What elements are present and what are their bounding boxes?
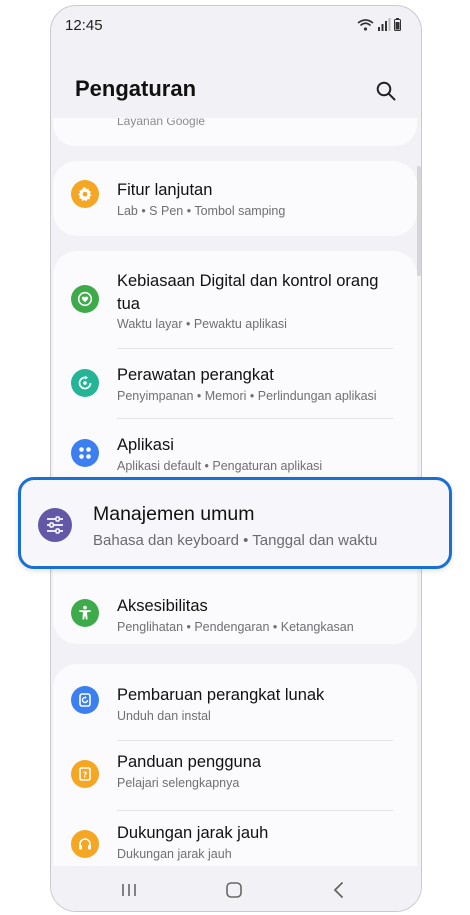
- wifi-icon: [357, 19, 374, 31]
- partial-item-subtitle: Layanan Google: [117, 118, 206, 128]
- recents-icon: [122, 884, 136, 896]
- item-subtitle: Aplikasi default • Pengaturan aplikasi: [117, 459, 323, 473]
- item-subtitle: Lab • S Pen • Tombol samping: [117, 204, 286, 218]
- scrollbar-thumb[interactable]: [417, 166, 421, 276]
- back-icon: [333, 882, 343, 898]
- item-title: Manajemen umum: [93, 503, 255, 525]
- item-title: Fitur lanjutan: [117, 181, 213, 199]
- settings-item-accessibility[interactable]: Aksesibilitas Penglihatan • Pendengaran …: [53, 577, 417, 644]
- signal-icon: [378, 18, 391, 31]
- puzzle-icon: [71, 180, 99, 208]
- recent-apps-button[interactable]: [117, 878, 141, 902]
- list-card-main: Kebiasaan Digital dan kontrol orang tua …: [53, 251, 417, 644]
- refresh-icon: [71, 369, 99, 397]
- status-time: 12:45: [65, 17, 103, 34]
- item-title: Pembaruan perangkat lunak: [117, 686, 325, 704]
- phone-frame: 12:45 Pengaturan Layanan Google Fitur la…: [50, 5, 422, 912]
- settings-item-device-care[interactable]: Perawatan perangkat Penyimpanan • Memori…: [53, 349, 417, 417]
- item-title: Panduan pengguna: [117, 753, 262, 771]
- item-title: Perawatan perangkat: [117, 366, 274, 384]
- guide-icon: ?: [71, 760, 99, 788]
- item-title: Aksesibilitas: [117, 597, 208, 615]
- item-subtitle: Pelajari selengkapnya: [117, 776, 240, 790]
- settings-item-user-guide[interactable]: ? Panduan pengguna Pelajari selengkapnya: [53, 741, 417, 805]
- apps-icon: [71, 439, 99, 467]
- search-icon: [376, 81, 396, 101]
- heart-icon: [71, 285, 99, 313]
- item-title: Aplikasi: [117, 436, 174, 454]
- home-icon: [226, 882, 242, 898]
- battery-icon: [394, 18, 401, 31]
- settings-item-software-update[interactable]: Pembaruan perangkat lunak Unduh dan inst…: [53, 664, 417, 733]
- back-button[interactable]: [327, 878, 351, 902]
- list-card-support: Pembaruan perangkat lunak Unduh dan inst…: [53, 664, 417, 869]
- headset-icon: [71, 830, 99, 858]
- settings-item-remote-support[interactable]: Dukungan jarak jauh Dukungan jarak jauh: [53, 811, 417, 869]
- search-button[interactable]: [371, 76, 401, 106]
- home-button[interactable]: [222, 878, 246, 902]
- update-icon: [71, 686, 99, 714]
- settings-item-digital-wellbeing[interactable]: Kebiasaan Digital dan kontrol orang tua …: [53, 251, 417, 343]
- item-subtitle: Unduh dan instal: [117, 709, 211, 723]
- accessibility-icon: [71, 599, 99, 627]
- settings-item-general-management[interactable]: Manajemen umum Bahasa dan keyboard • Tan…: [18, 477, 452, 569]
- status-bar: 12:45: [51, 6, 421, 46]
- item-subtitle: Penyimpanan • Memori • Perlindungan apli…: [117, 389, 377, 403]
- item-title: Dukungan jarak jauh: [117, 824, 269, 842]
- sliders-icon: [38, 508, 72, 542]
- item-subtitle: Bahasa dan keyboard • Tanggal dan waktu: [93, 532, 378, 549]
- status-icons: [357, 18, 401, 31]
- svg-text:?: ?: [83, 771, 88, 780]
- item-subtitle: Waktu layar • Pewaktu aplikasi: [117, 317, 287, 331]
- item-subtitle: Dukungan jarak jauh: [117, 847, 232, 861]
- navigation-bar: [51, 866, 421, 911]
- settings-item-advanced-features[interactable]: Fitur lanjutan Lab • S Pen • Tombol samp…: [53, 161, 417, 236]
- item-subtitle: Penglihatan • Pendengaran • Ketangkasan: [117, 620, 354, 634]
- page-title: Pengaturan: [75, 76, 197, 101]
- list-card-partial[interactable]: Layanan Google: [53, 118, 417, 146]
- item-title: Kebiasaan Digital dan kontrol orang tua: [117, 272, 379, 313]
- list-card-advanced: Fitur lanjutan Lab • S Pen • Tombol samp…: [53, 161, 417, 236]
